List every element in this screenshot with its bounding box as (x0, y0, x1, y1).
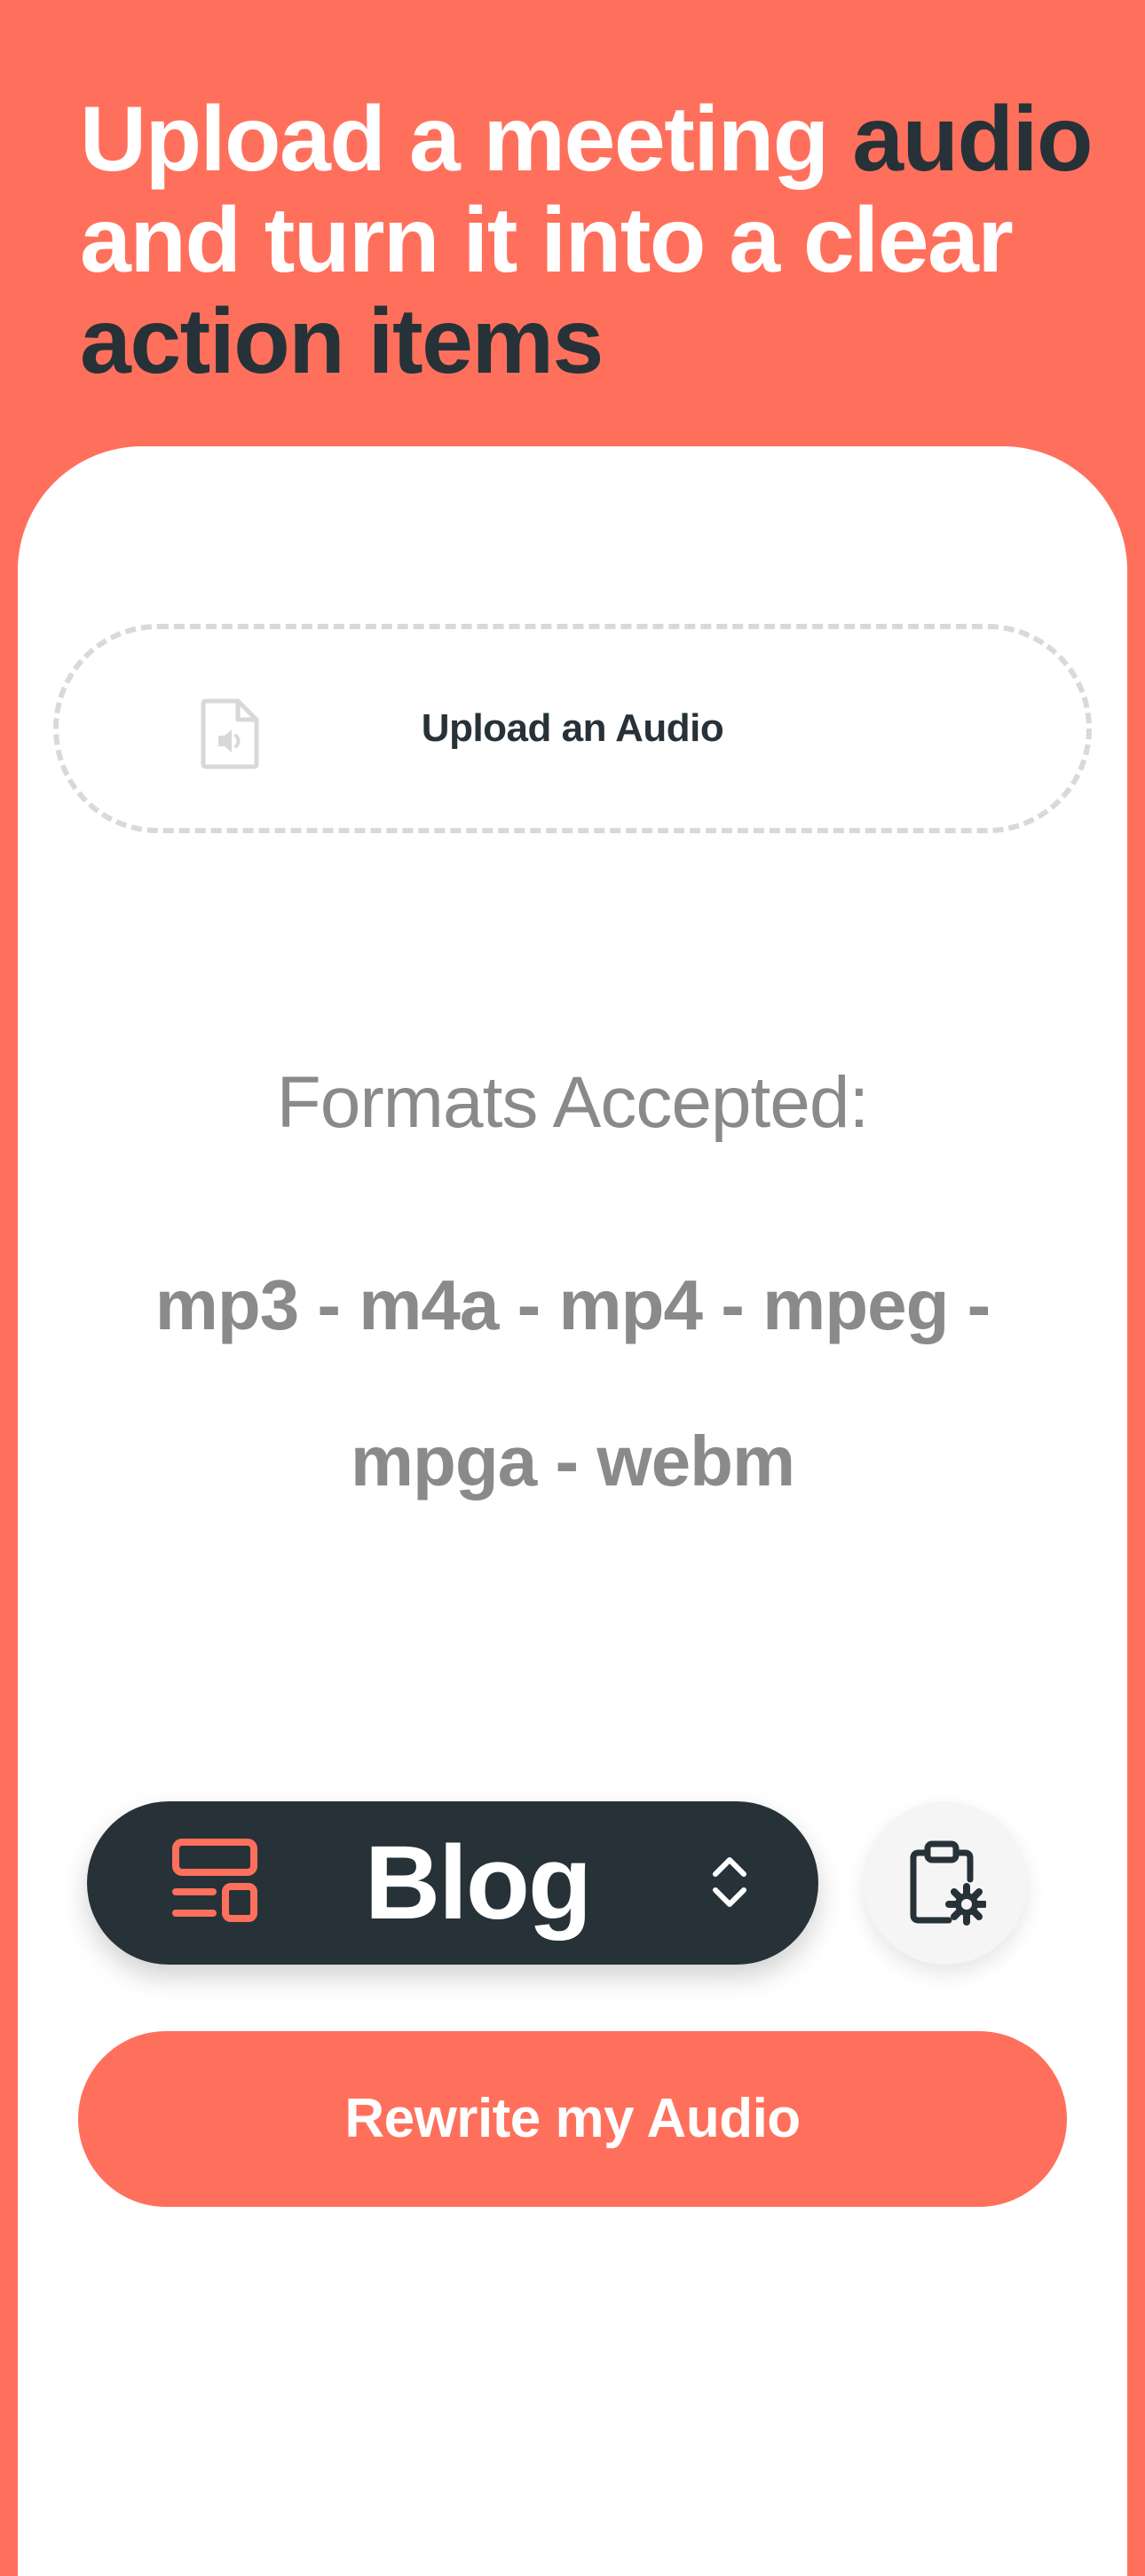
output-type-selector[interactable]: Blog (87, 1801, 818, 1965)
page-title: Upload a meeting audio and turn it into … (80, 88, 1094, 393)
rewrite-audio-button[interactable]: Rewrite my Audio (78, 2031, 1067, 2207)
formats-accepted-title: Formats Accepted: (276, 1062, 870, 1143)
formats-accepted-list: mp3 - m4a - mp4 - mpeg - mpga - webm (154, 1265, 991, 1501)
title-highlight-audio: audio (852, 88, 1093, 191)
settings-button[interactable] (864, 1801, 1027, 1965)
title-text-1: Upload a meeting (80, 88, 853, 191)
output-type-label: Blog (364, 1824, 592, 1942)
clipboard-gear-icon (910, 1840, 986, 1926)
chevron-up-down-icon (713, 1857, 746, 1907)
title-text-2: and turn it into a clear (80, 189, 1014, 292)
main-card: Upload an Audio Formats Accepted: mp3 - … (18, 446, 1127, 2576)
upload-audio-dropzone[interactable]: Upload an Audio (53, 624, 1092, 833)
upload-audio-label: Upload an Audio (421, 706, 724, 750)
layout-icon (172, 1839, 257, 1922)
title-highlight-action-items: action items (80, 290, 604, 393)
